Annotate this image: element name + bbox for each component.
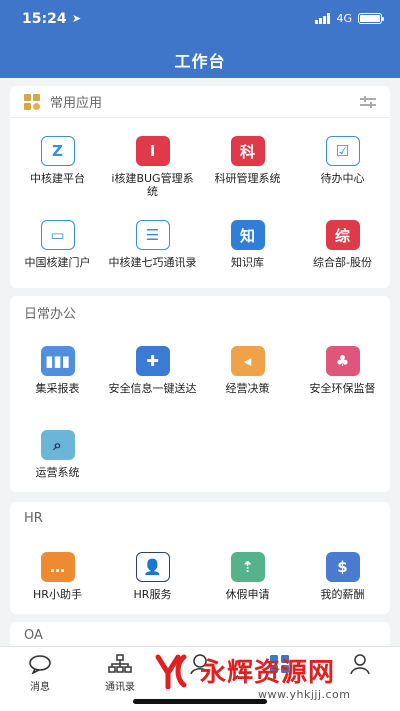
location-icon: ➤ — [72, 12, 82, 25]
app-label: 我的薪酬 — [320, 588, 365, 601]
general-dept-icon: 综 — [325, 220, 360, 250]
app-label: 中核建七巧通讯录 — [108, 256, 197, 269]
app-tile-chat-bubble[interactable]: … HR小助手 — [10, 534, 105, 618]
app-tile-safety-monitor[interactable]: ✚ 安全信息一键送达 — [105, 328, 200, 412]
money-bag-icon: $ — [325, 552, 360, 582]
tab-messages[interactable]: 消息 — [0, 653, 80, 693]
watermark: 永辉资源网 — [154, 652, 335, 689]
app-tile-portal[interactable]: ▭ 中国核建门户 — [10, 202, 105, 286]
daily-office-card: 日常办公 ▮▮▮ 集采报表 ✚ 安全信息一键送达 ◂ 经营决策 ♣ 安全环保监督 ⌕ 运营系统 — [10, 296, 390, 492]
portal-icon: ▭ — [40, 220, 75, 250]
app-tile-environment[interactable]: ♣ 安全环保监督 — [295, 328, 390, 412]
hr-header: HR — [10, 502, 390, 534]
app-label: 中国核建门户 — [24, 256, 91, 269]
app-tile-zhongheijian-platform[interactable]: Z 中核建平台 — [10, 118, 105, 202]
oa-title: OA — [24, 627, 43, 643]
common-apps-card: 常用应用 Z 中核建平台 Ii核建BUG管理系统科科研管理系统 ☑ 待办中心 ▭ 中国核建门… — [10, 86, 390, 288]
app-tile-person[interactable]: 👤 HR服务 — [105, 534, 200, 618]
daily-office-grid: ▮▮▮ 集采报表 ✚ 安全信息一键送达 ◂ 经营决策 ♣ 安全环保监督 ⌕ 运营系统 — [10, 328, 390, 496]
app-tile-research[interactable]: 科科研管理系统 — [200, 118, 295, 202]
app-label: 集采报表 — [35, 382, 80, 395]
common-apps-grid: Z 中核建平台 Ii核建BUG管理系统科科研管理系统 ☑ 待办中心 ▭ 中国核建门户 ☰ 中核建… — [10, 118, 390, 286]
app-tile-general-dept[interactable]: 综综合部-股份 — [295, 202, 390, 286]
status-time: 15:24 — [22, 11, 67, 27]
app-tile-leave[interactable]: ⇡ 休假申请 — [200, 534, 295, 618]
watermark-url: www.yhkjjj.com — [258, 688, 351, 701]
oa-header: OA — [10, 622, 390, 648]
hr-title: HR — [24, 510, 43, 526]
app-label: 经营决策 — [225, 382, 270, 395]
app-tile-contacts-book[interactable]: ☰ 中核建七巧通讯录 — [105, 202, 200, 286]
zhongheijian-platform-icon: Z — [40, 136, 75, 166]
app-label: i核建BUG管理系统 — [111, 172, 194, 198]
common-apps-title: 常用应用 — [50, 96, 103, 111]
tab-contacts[interactable]: 通讯录 — [80, 653, 160, 693]
app-label: 知识库 — [231, 256, 264, 269]
tab-contacts-label: 通讯录 — [105, 682, 135, 693]
signal-icon — [315, 13, 331, 24]
app-label: HR小助手 — [33, 588, 82, 601]
app-label: 科研管理系统 — [214, 172, 281, 185]
status-indicators: 4G — [315, 12, 384, 25]
app-tile-bar-chart[interactable]: ▮▮▮ 集采报表 — [10, 328, 105, 412]
todo-icon: ☑ — [325, 136, 360, 166]
daily-office-header: 日常办公 — [10, 296, 390, 328]
knowledge-icon: 知 — [230, 220, 265, 250]
operations-icon: ⌕ — [40, 430, 75, 460]
app-label: 休假申请 — [225, 588, 270, 601]
chat-bubble-icon: … — [40, 552, 75, 582]
app-label: 综合部-股份 — [313, 256, 372, 269]
page-title: 工作台 — [174, 52, 226, 71]
network-type: 4G — [336, 12, 352, 25]
profile-icon — [349, 653, 371, 675]
hr-grid: … HR小助手 👤 HR服务 ⇡ 休假申请 $ 我的薪酬 — [10, 534, 390, 618]
app-label: 待办中心 — [320, 172, 365, 185]
app-label: 中核建平台 — [30, 172, 85, 185]
app-tile-bug-system[interactable]: Ii核建BUG管理系统 — [105, 118, 200, 202]
contacts-book-icon: ☰ — [135, 220, 170, 250]
app-label: HR服务 — [133, 588, 172, 601]
safety-monitor-icon: ✚ — [135, 346, 170, 376]
message-icon — [28, 653, 52, 675]
environment-icon: ♣ — [325, 346, 360, 376]
decision-icon: ◂ — [230, 346, 265, 376]
watermark-text: 永辉资源网 — [200, 658, 336, 688]
org-chart-icon — [108, 653, 132, 675]
app-label: 安全环保监督 — [309, 382, 376, 395]
app-tile-knowledge[interactable]: 知知识库 — [200, 202, 295, 286]
bug-system-icon: I — [135, 136, 170, 166]
app-label: 安全信息一键送达 — [108, 382, 197, 395]
research-icon: 科 — [230, 136, 265, 166]
person-icon: 👤 — [135, 552, 170, 582]
watermark-logo-icon — [155, 654, 187, 689]
app-tile-operations[interactable]: ⌕ 运营系统 — [10, 412, 105, 496]
leave-icon: ⇡ — [230, 552, 265, 582]
daily-office-title: 日常办公 — [24, 306, 77, 322]
hr-card: HR … HR小助手 👤 HR服务 ⇡ 休假申请 $ 我的薪酬 — [10, 502, 390, 614]
app-tile-todo[interactable]: ☑ 待办中心 — [295, 118, 390, 202]
settings-sliders-icon[interactable] — [360, 95, 376, 108]
apps-grid-icon — [24, 93, 40, 110]
app-header: 15:24 ➤ 4G 工作台 — [0, 0, 400, 78]
tab-messages-label: 消息 — [30, 682, 50, 693]
home-indicator[interactable] — [133, 699, 267, 704]
common-apps-header: 常用应用 — [10, 86, 390, 118]
app-label: 运营系统 — [35, 466, 80, 479]
bar-chart-icon: ▮▮▮ — [40, 346, 75, 376]
battery-icon — [358, 13, 384, 24]
app-tile-decision[interactable]: ◂ 经营决策 — [200, 328, 295, 412]
app-tile-money-bag[interactable]: $ 我的薪酬 — [295, 534, 390, 618]
